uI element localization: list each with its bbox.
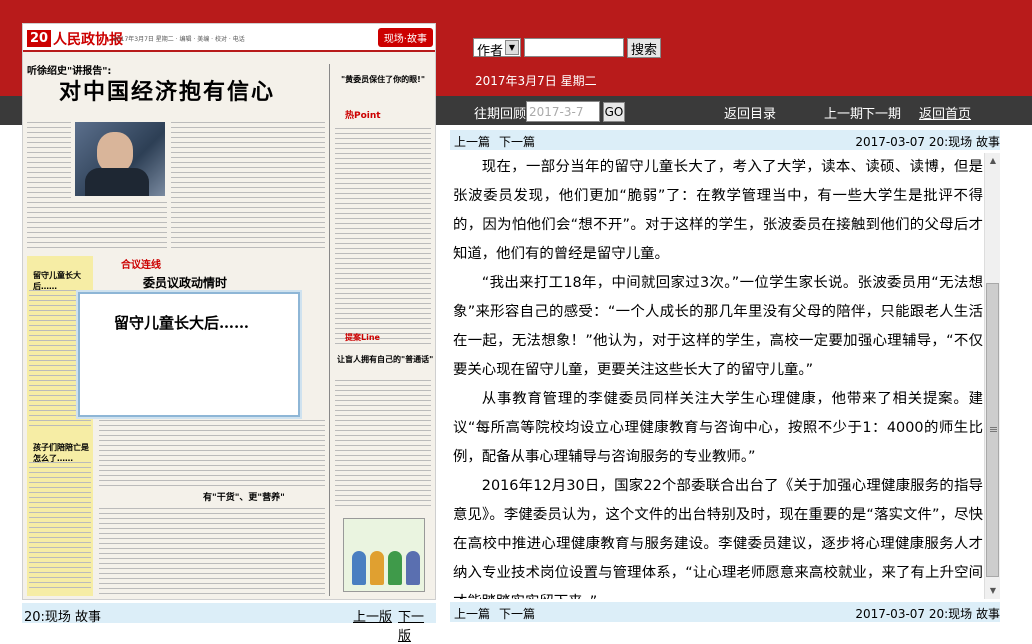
- article-paragraph: 现在，一部分当年的留守儿童长大了，考入了大学，读本、读硕、读博，但是张波委员发现…: [453, 159, 983, 262]
- search-input[interactable]: [524, 38, 624, 57]
- article-paragraph: 2016年12月30日，国家22个部委联合出台了《关于加强心理健康服务的指导意见…: [453, 478, 983, 599]
- next-edition-link[interactable]: 下一版: [398, 606, 436, 644]
- scroll-grip: [990, 431, 997, 432]
- text-column: [99, 508, 325, 594]
- search-field-value: 作者: [477, 44, 504, 59]
- text-column: [335, 380, 431, 510]
- photo-suit: [85, 168, 149, 196]
- newspaper-masthead-strip: 20 人民政协报 2017年3月7日 星期二 · 编辑 · 美编 · 校对 · …: [23, 24, 435, 52]
- cartoon-figure: [352, 551, 366, 585]
- cartoon-illustration[interactable]: [343, 518, 425, 592]
- text-column: [335, 128, 431, 344]
- scroll-down-arrow-icon[interactable]: ▼: [985, 583, 1001, 599]
- center-article-title[interactable]: 委员议政动情时: [143, 274, 227, 291]
- bottom-article-title[interactable]: 有"干货"、更"营养": [203, 490, 285, 503]
- right-article-logo: 热Point: [345, 111, 381, 121]
- prev-issue-link[interactable]: 上一期: [824, 103, 863, 122]
- popup-title: 留守儿童长大后……: [114, 314, 250, 332]
- text-column: [99, 420, 325, 486]
- prev-article-link[interactable]: 上一篇: [454, 133, 490, 150]
- sidebar-title-2: 孩子们陪陪亡是怎么了……: [33, 443, 89, 463]
- back-to-index-link[interactable]: 返回目录: [724, 103, 776, 122]
- cartoon-figure: [406, 551, 420, 585]
- article-meta: 2017-03-07 20:现场 故事: [855, 135, 1000, 149]
- scrollbar-thumb[interactable]: [986, 283, 999, 577]
- newspaper-header-info: 2017年3月7日 星期二 · 编辑 · 美编 · 校对 · 电话: [113, 36, 245, 43]
- prev-edition-link[interactable]: 上一版: [353, 606, 392, 625]
- scroll-grip: [990, 429, 997, 430]
- next-issue-link[interactable]: 下一期: [862, 103, 901, 122]
- section-logo-heyi: 合议连线: [121, 260, 161, 271]
- issue-date: 2017年3月7日 星期二: [475, 74, 597, 88]
- chevron-down-icon[interactable]: ▼: [505, 40, 519, 55]
- sidebar-title-1: 留守儿童长大后……: [33, 271, 81, 291]
- search-field-select[interactable]: 作者 ▼: [473, 38, 521, 59]
- newspaper-page-number: 20: [27, 30, 52, 47]
- go-button[interactable]: GO: [603, 102, 625, 122]
- scroll-up-arrow-icon[interactable]: ▲: [985, 153, 1001, 169]
- newspaper-section-badge: 现场·故事: [377, 28, 433, 47]
- article-nav-top: 上一篇 下一篇 2017-03-07 20:现场 故事: [450, 130, 1000, 150]
- article-meta: 2017-03-07 20:现场 故事: [855, 607, 1000, 621]
- next-article-link[interactable]: 下一篇: [499, 133, 535, 150]
- page-footer: 20:现场 故事 上一版 下一版: [22, 603, 436, 644]
- text-column: [171, 122, 325, 250]
- text-column: [29, 462, 91, 590]
- text-column: [27, 202, 167, 250]
- article-paragraph: “我出来打工18年，中间就回家过3次。”一位学生家长说。张波委员用“无法想象”来…: [453, 275, 983, 378]
- article-paragraph: 从事教育管理的李健委员同样关注大学生心理健康，他带来了相关提案。建议“每所高等院…: [453, 391, 983, 465]
- right-article-title[interactable]: "黄委员保住了你的眼!": [341, 74, 425, 85]
- article-scrollbar[interactable]: ▲ ▼: [984, 153, 1000, 599]
- back-issue-label: 往期回顾:: [474, 107, 531, 122]
- article-hover-popup[interactable]: 留守儿童长大后……: [78, 292, 300, 417]
- article-nav-bottom: 上一篇 下一篇 2017-03-07 20:现场 故事: [450, 602, 1000, 622]
- date-input[interactable]: [526, 101, 600, 122]
- right-article-title-3[interactable]: 让盲人拥有自己的"普通话": [337, 354, 433, 365]
- cartoon-figure: [370, 551, 384, 585]
- scroll-grip: [990, 427, 997, 428]
- prev-article-link[interactable]: 上一篇: [454, 605, 490, 622]
- search-button[interactable]: 搜索: [627, 38, 661, 58]
- right-badge: 提案Line: [345, 333, 380, 342]
- next-article-link[interactable]: 下一篇: [499, 605, 535, 622]
- page-label: 20:现场 故事: [24, 610, 102, 625]
- column-divider: [329, 64, 330, 596]
- article-headline[interactable]: 对中国经济抱有信心: [59, 74, 275, 106]
- photo-face: [97, 132, 133, 172]
- cartoon-figure: [388, 551, 402, 585]
- home-link[interactable]: 返回首页: [919, 103, 971, 122]
- article-body: 现在，一部分当年的留守儿童长大了，考入了大学，读本、读硕、读博，但是张波委员发现…: [453, 153, 983, 599]
- article-photo[interactable]: [75, 122, 165, 196]
